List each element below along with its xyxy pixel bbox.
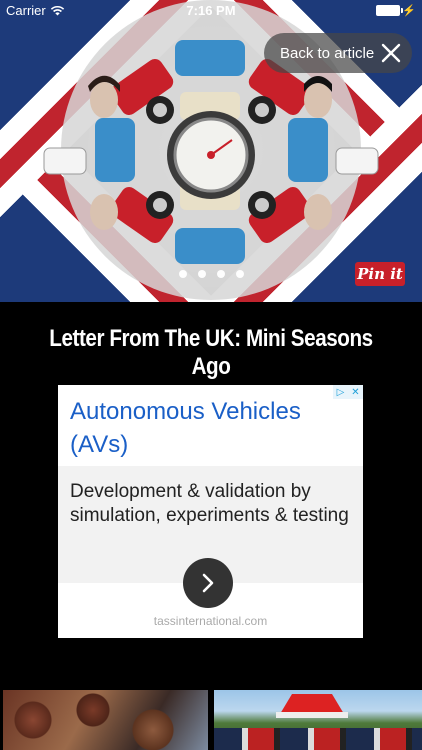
ad-body-text: Development & validation by simulation, … — [70, 481, 349, 526]
status-bar: Carrier 7:16 PM ⚡ — [0, 0, 422, 20]
related-article-thumbnail[interactable] — [3, 690, 208, 750]
charging-bolt-icon: ⚡ — [402, 5, 416, 17]
motul-tent — [280, 694, 344, 714]
back-to-article-button[interactable]: Back to article — [264, 33, 412, 73]
chevron-right-icon — [202, 573, 214, 593]
page-dot[interactable] — [178, 270, 187, 278]
pin-it-label: Pin it — [357, 265, 403, 283]
page-dot[interactable] — [235, 270, 244, 278]
ad-headline[interactable]: Autonomous Vehicles (AVs) — [70, 395, 350, 461]
parked-cars — [214, 728, 422, 750]
related-articles-strip — [0, 690, 422, 750]
ad-open-button[interactable] — [183, 558, 233, 608]
back-to-article-label: Back to article — [280, 44, 375, 62]
battery-group: ⚡ — [376, 4, 416, 17]
gallery-image[interactable]: Back to article Pin it — [0, 0, 422, 302]
battery-icon — [376, 5, 404, 16]
ad-banner[interactable]: ▷ ✕ Autonomous Vehicles (AVs) Developmen… — [58, 385, 363, 638]
status-time: 7:16 PM — [186, 3, 236, 18]
related-article-thumbnail[interactable] — [214, 690, 422, 750]
page-dot[interactable] — [197, 270, 206, 278]
tent-banner — [276, 712, 348, 718]
ad-close-icon[interactable]: ✕ — [348, 385, 363, 399]
close-icon — [381, 43, 401, 63]
page-dot[interactable] — [216, 270, 225, 278]
article-title: Letter From The UK: Mini Seasons Ago — [49, 325, 373, 380]
ad-url: tassinternational.com — [153, 614, 268, 628]
pin-it-button[interactable]: Pin it — [355, 262, 405, 286]
